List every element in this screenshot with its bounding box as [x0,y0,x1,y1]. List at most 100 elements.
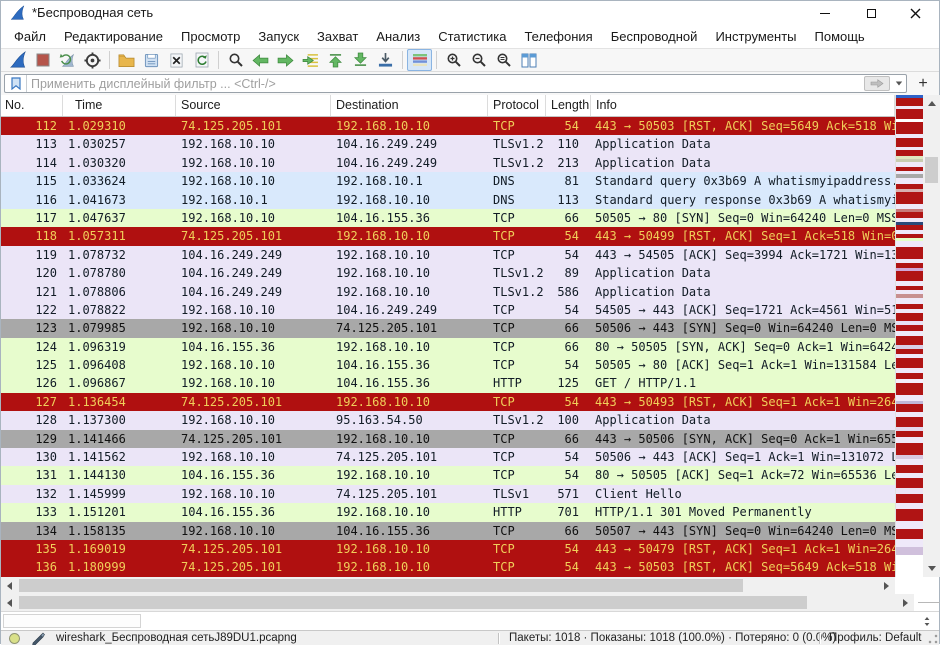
colorize-packets-button[interactable] [407,49,432,71]
packet-minimap-scrollbar[interactable] [895,95,923,577]
menu-view[interactable]: Просмотр [172,26,249,47]
column-header-destination[interactable]: Destination [331,95,488,116]
close-file-button[interactable] [164,49,189,71]
packet-row[interactable]: 1221.078822192.168.10.10104.16.249.249TC… [1,301,895,319]
start-capture-button[interactable] [5,49,30,71]
packet-row[interactable]: 1331.151201104.16.155.36192.168.10.10HTT… [1,503,895,521]
close-file-icon [169,53,184,68]
menu-tools[interactable]: Инструменты [706,26,805,47]
menu-wireless[interactable]: Беспроводной [602,26,707,47]
column-header-time[interactable]: Time [63,95,176,116]
maximize-button[interactable] [849,1,893,25]
resize-columns-button[interactable] [516,49,541,71]
find-packet-button[interactable] [223,49,248,71]
menu-analyze[interactable]: Анализ [367,26,429,47]
packet-row[interactable]: 1241.096319104.16.155.36192.168.10.10TCP… [1,338,895,356]
column-header-no[interactable]: No. [1,95,63,116]
restart-fin-icon [59,51,77,69]
packet-row[interactable]: 1261.096867192.168.10.10104.16.155.36HTT… [1,374,895,392]
column-header-length[interactable]: Length [546,95,591,116]
scroll-left-button[interactable] [1,594,18,611]
packet-row[interactable]: 1211.078806104.16.249.249192.168.10.10TL… [1,283,895,301]
packet-row[interactable]: 1291.14146674.125.205.101192.168.10.10TC… [1,430,895,448]
open-file-button[interactable] [114,49,139,71]
packet-row[interactable]: 1341.158135192.168.10.10104.16.155.36TCP… [1,522,895,540]
menu-help[interactable]: Помощь [806,26,874,47]
packet-row[interactable]: 1141.030320192.168.10.10104.16.249.249TL… [1,154,895,172]
minimize-button[interactable] [803,1,847,25]
resize-grip[interactable] [928,634,938,644]
last-packet-button[interactable] [348,49,373,71]
scroll-up-button[interactable] [923,95,940,112]
save-file-button[interactable] [139,49,164,71]
packet-row[interactable]: 1181.05731174.125.205.101192.168.10.10TC… [1,227,895,245]
packet-row[interactable]: 1161.041673192.168.10.1192.168.10.10DNS1… [1,191,895,209]
capture-options-button[interactable] [80,49,105,71]
column-header-source[interactable]: Source [176,95,331,116]
packet-row[interactable]: 1301.141562192.168.10.1074.125.205.101TC… [1,448,895,466]
packet-dst: 192.168.10.10 [331,558,488,576]
previous-packet-button[interactable] [248,49,273,71]
packet-row[interactable]: 1171.047637192.168.10.10104.16.155.36TCP… [1,209,895,227]
hscrollbar-thumb[interactable] [19,579,743,592]
filter-bookmark-button[interactable] [5,75,27,92]
apply-filter-button[interactable] [864,76,890,91]
scroll-left-button[interactable] [1,577,18,594]
packet-len: 586 [546,283,591,301]
packet-row[interactable]: 1151.033624192.168.10.10192.168.10.1DNS8… [1,172,895,190]
menu-file[interactable]: Файл [5,26,55,47]
display-filter-input[interactable] [27,77,864,91]
detail-pane-hscrollbar[interactable] [1,594,914,611]
zoom-out-button[interactable] [466,49,491,71]
packet-row[interactable]: 1191.078732104.16.249.249192.168.10.10TC… [1,246,895,264]
filter-dropdown-button[interactable] [892,75,906,92]
packet-row[interactable]: 1351.16901974.125.205.101192.168.10.10TC… [1,540,895,558]
menu-go[interactable]: Запуск [249,26,308,47]
packet-row[interactable]: 1271.13645474.125.205.101192.168.10.10TC… [1,393,895,411]
menu-capture[interactable]: Захват [308,26,367,47]
expert-info-button[interactable] [9,633,20,644]
stop-capture-button[interactable] [30,49,55,71]
packet-row[interactable]: 1311.144130104.16.155.36192.168.10.10TCP… [1,466,895,484]
restart-capture-button[interactable] [55,49,80,71]
add-filter-button[interactable]: + [913,74,933,93]
packet-len: 54 [546,558,591,576]
scroll-right-button[interactable] [878,577,895,594]
next-packet-button[interactable] [273,49,298,71]
hscrollbar-thumb[interactable] [19,596,807,609]
packet-row[interactable]: 1131.030257192.168.10.10104.16.249.249TL… [1,135,895,153]
packet-row[interactable]: 1321.145999192.168.10.1074.125.205.101TL… [1,485,895,503]
go-to-packet-button[interactable] [298,49,323,71]
profile-selector[interactable]: Профиль: Default [829,632,921,645]
first-packet-button[interactable] [323,49,348,71]
scroll-right-button[interactable] [897,594,914,611]
vertical-scrollbar[interactable] [923,95,940,577]
menu-statistics[interactable]: Статистика [429,26,515,47]
packet-row[interactable]: 1361.18099974.125.205.101192.168.10.10TC… [1,558,895,576]
column-header-info[interactable]: Info [591,95,895,116]
pane-splitter[interactable] [918,602,940,603]
packet-row[interactable]: 1121.02931074.125.205.101192.168.10.10TC… [1,117,895,135]
scroll-down-button[interactable] [923,560,940,577]
packet-info: Application Data [591,283,895,301]
capture-comment-icon[interactable] [31,632,45,645]
pane-spinner[interactable] [921,614,933,629]
packet-src: 104.16.155.36 [176,466,331,484]
packet-list-hscrollbar[interactable] [1,577,895,594]
packet-row[interactable]: 1201.078780104.16.249.249192.168.10.10TL… [1,264,895,282]
close-button[interactable] [893,1,937,25]
auto-scroll-button[interactable] [373,49,398,71]
vertical-scrollbar-thumb[interactable] [925,157,938,183]
packet-proto: TLSv1.2 [488,264,546,282]
column-header-protocol[interactable]: Protocol [488,95,546,116]
packet-row[interactable]: 1281.137300192.168.10.1095.163.54.50TLSv… [1,411,895,429]
menu-edit[interactable]: Редактирование [55,26,172,47]
zoom-in-button[interactable] [441,49,466,71]
reload-file-button[interactable] [189,49,214,71]
packet-src: 192.168.10.10 [176,172,331,190]
packet-row[interactable]: 1231.079985192.168.10.1074.125.205.101TC… [1,319,895,337]
menu-telephony[interactable]: Телефония [515,26,601,47]
zoom-normal-button[interactable] [491,49,516,71]
packet-row[interactable]: 1251.096408192.168.10.10104.16.155.36TCP… [1,356,895,374]
packet-src: 74.125.205.101 [176,540,331,558]
